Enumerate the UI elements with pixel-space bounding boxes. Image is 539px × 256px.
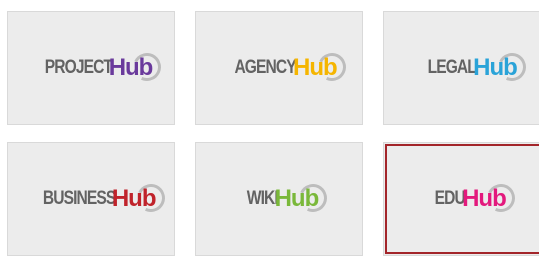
businesshub-logo: BUSINESS Hub [27,179,169,219]
projecthub-logo: PROJECT Hub [30,48,166,88]
tile-legalhub[interactable]: LEGAL Hub [383,11,539,125]
logo-prefix: PROJECT [44,57,112,78]
logo-hub: Hub [293,54,338,81]
logo-hub: Hub [462,185,507,212]
logo-hub: Hub [274,185,320,212]
tile-projecthub[interactable]: PROJECT Hub [7,11,175,125]
logo-prefix: BUSINESS [42,188,115,209]
tile-agencyhub[interactable]: AGENCY Hub [195,11,363,125]
logo-prefix: EDU [434,188,466,209]
tile-wikihub[interactable]: WIKI Hub [195,142,363,256]
eduhub-logo: EDU Hub [428,179,519,219]
logo-hub: Hub [473,54,518,81]
wikihub-logo: WIKI Hub [240,179,332,219]
agencyhub-logo: AGENCY Hub [221,48,350,88]
logo-prefix: WIKI [246,188,279,209]
logo-hub: Hub [111,185,157,212]
logo-prefix: AGENCY [234,57,297,78]
tile-eduhub[interactable]: EDU Hub [383,142,539,256]
logo-hub: Hub [108,54,154,81]
logo-prefix: LEGAL [427,57,477,78]
tile-businesshub[interactable]: BUSINESS Hub [7,142,175,256]
legalhub-logo: LEGAL Hub [417,48,530,88]
